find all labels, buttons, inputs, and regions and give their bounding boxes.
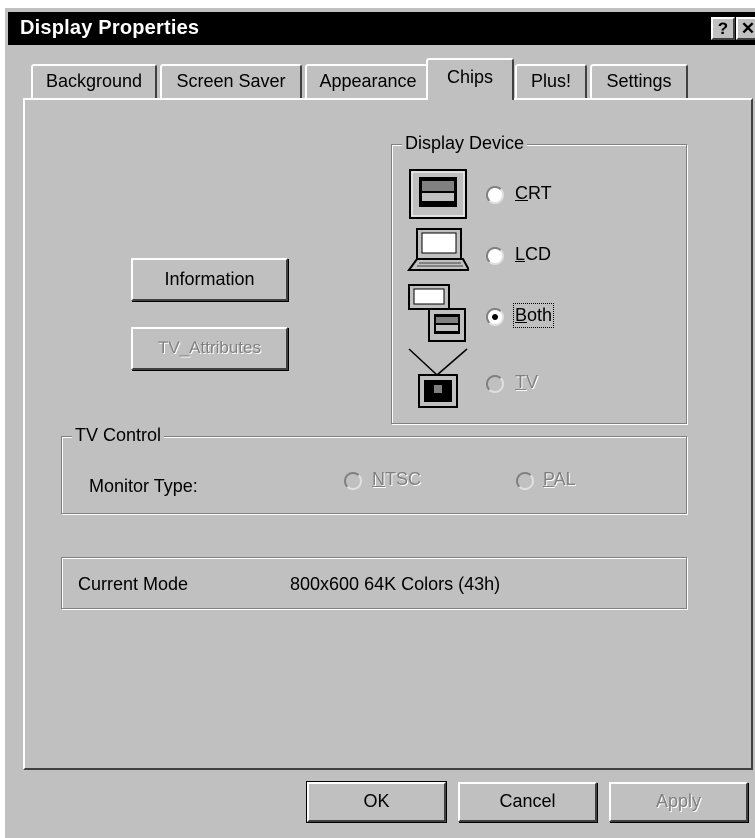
pal-accel-key: P — [543, 469, 554, 489]
ok-button[interactable]: OK — [306, 781, 447, 823]
ntsc-radio[interactable] — [344, 472, 362, 490]
information-button[interactable]: Information — [131, 258, 288, 301]
both-label-rest: oth — [527, 305, 553, 325]
ntsc-accel-key: N — [372, 469, 385, 489]
tv-attributes-button[interactable]: TV_Attributes — [131, 327, 288, 370]
both-radio[interactable] — [486, 308, 504, 326]
tv-control-group-label: TV Control — [72, 425, 165, 445]
lcd-label-rest: CD — [525, 244, 552, 264]
tv-icon — [408, 348, 468, 408]
both-radio-label[interactable]: Both — [512, 303, 555, 328]
ntsc-label-rest: TSC — [385, 469, 421, 489]
current-mode-value: 800x600 64K Colors (43h) — [290, 574, 501, 594]
monitor-type-label: Monitor Type: — [89, 476, 198, 496]
cancel-button[interactable]: Cancel — [458, 782, 597, 822]
lcd-radio-label[interactable]: LCD — [515, 244, 551, 265]
ntsc-radio-label[interactable]: NTSC — [372, 469, 421, 490]
lcd-accel-key: L — [515, 244, 526, 264]
crt-accel-key: C — [515, 183, 528, 203]
crt-and-lcd-icon — [408, 284, 466, 342]
tv-radio[interactable] — [486, 375, 504, 393]
lcd-laptop-icon — [407, 228, 469, 271]
lcd-radio[interactable] — [486, 247, 504, 265]
apply-button[interactable]: Apply — [609, 782, 748, 822]
tv-label-rest: V — [526, 372, 539, 392]
current-mode-label: Current Mode — [78, 574, 189, 594]
crt-radio-label[interactable]: CRT — [515, 183, 552, 204]
crt-radio[interactable] — [486, 186, 504, 204]
display-device-group-label: Display Device — [402, 133, 528, 153]
tv-accel-key: T — [515, 372, 526, 392]
both-accel-key: B — [515, 305, 528, 325]
crt-label-rest: RT — [528, 183, 552, 203]
pal-radio[interactable] — [516, 472, 534, 490]
crt-monitor-icon — [409, 169, 467, 219]
pal-radio-label[interactable]: PAL — [543, 469, 576, 490]
pal-label-rest: AL — [553, 469, 576, 489]
tv-radio-label[interactable]: TV — [515, 372, 538, 393]
